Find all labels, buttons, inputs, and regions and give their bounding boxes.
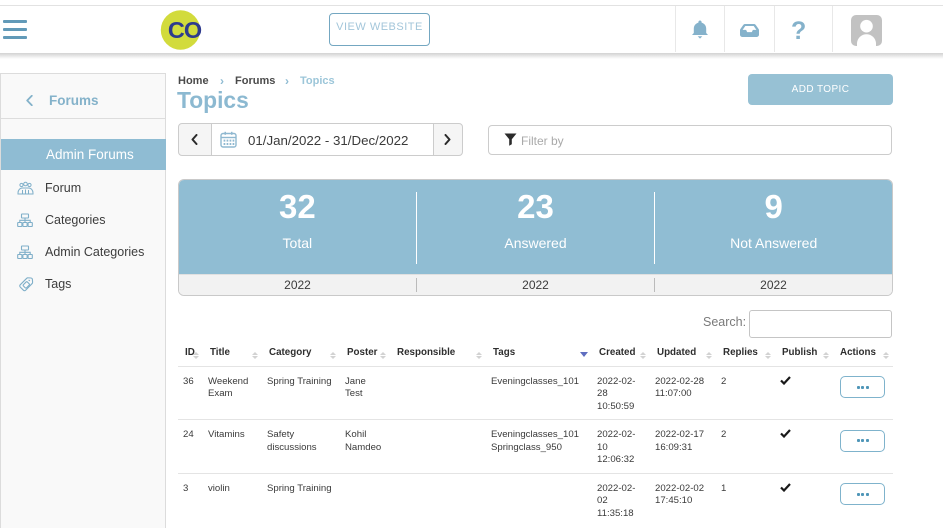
svg-text:CO: CO <box>168 17 202 43</box>
